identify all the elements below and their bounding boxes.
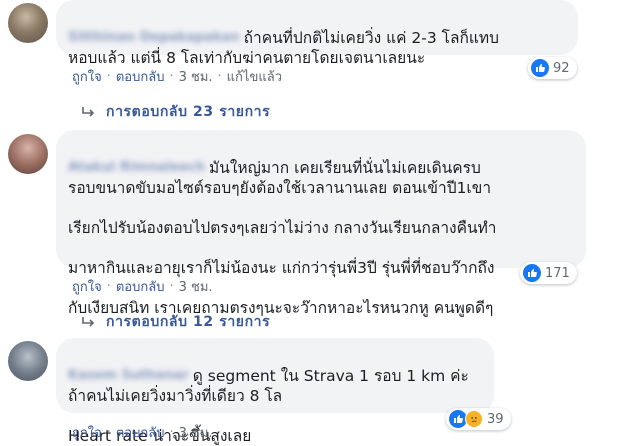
separator-dot: ·: [106, 279, 111, 294]
replies-count-label[interactable]: การตอบกลับ 12 รายการ: [106, 311, 270, 333]
reply-link[interactable]: ตอบกลับ: [116, 66, 165, 87]
reply-link[interactable]: ตอบกลับ: [116, 276, 165, 297]
timestamp[interactable]: 3 ชม.: [179, 422, 213, 443]
avatar[interactable]: [8, 341, 48, 381]
separator-dot: ·: [169, 279, 174, 294]
separator-dot: ·: [169, 69, 174, 84]
comment-line: ถ้าคนไม่เคยวิ่งมาวิ่งที่เดียว 8 โล: [68, 387, 283, 405]
view-replies-link[interactable]: การตอบกลับ 23 รายการ: [82, 101, 270, 123]
comment-actions: ถูกใจ · ตอบกลับ · 3 ชม.: [72, 276, 213, 297]
comment-line: มาหากินและอายุเราก็ไม่น้องนะ แก่กว่ารุ่น…: [68, 259, 495, 277]
reply-arrow-icon: [82, 106, 96, 118]
like-link[interactable]: ถูกใจ: [72, 66, 102, 87]
edited-label[interactable]: แก้ไขแล้ว: [227, 66, 282, 87]
avatar[interactable]: [8, 134, 48, 174]
sad-face-icon: [465, 410, 483, 428]
comment-line: ดู segment ใน Strava 1 รอบ 1 km ค่ะ: [192, 367, 469, 385]
reaction-count: 171: [545, 265, 570, 281]
reaction-count: 39: [487, 411, 504, 427]
view-replies-link[interactable]: การตอบกลับ 12 รายการ: [82, 311, 270, 333]
comment-line: หอบแล้ว แต่นี่ 8 โลเท่ากับฆ่าคนตายโดยเจต…: [68, 49, 426, 67]
separator-dot: ·: [169, 425, 174, 440]
reaction-summary[interactable]: 92: [528, 57, 577, 79]
reaction-summary[interactable]: 171: [520, 262, 577, 284]
comment-line: เรียกไปรับน้องตอบไปตรงๆเลยว่าไม่ว่าง กลา…: [68, 219, 497, 237]
like-link[interactable]: ถูกใจ: [72, 422, 102, 443]
reaction-summary[interactable]: 39: [446, 408, 511, 430]
comment-line: ถ้าคนที่ปกติไม่เคยวิ่ง แค่ 2-3 โลก็แทบ: [243, 29, 499, 47]
reaction-count: 92: [553, 60, 570, 76]
separator-dot: ·: [106, 425, 111, 440]
like-link[interactable]: ถูกใจ: [72, 276, 102, 297]
comment-actions: ถูกใจ · ตอบกลับ · 3 ชม. · แก้ไขแล้ว: [72, 66, 282, 87]
separator-dot: ·: [217, 69, 222, 84]
comment-author[interactable]: Atakul Rimnaleech: [68, 158, 205, 178]
comment-bubble: Kasem Suthanar ดู segment ใน Strava 1 รอบ…: [56, 338, 494, 445]
comment-author[interactable]: Sitthinan Depakapakan: [68, 28, 240, 48]
timestamp[interactable]: 3 ชม.: [179, 66, 213, 87]
thumbs-up-icon: [523, 264, 541, 282]
timestamp[interactable]: 3 ชม.: [179, 276, 213, 297]
comment-bubble: Sitthinan Depakapakan ถ้าคนที่ปกติไม่เคยว…: [56, 0, 578, 67]
reply-link[interactable]: ตอบกลับ: [116, 422, 165, 443]
comment-line: รอบขนาดขับมอไซต์รอบๆยังต้องใช้เวลานานเลย…: [68, 179, 492, 197]
replies-count-label[interactable]: การตอบกลับ 23 รายการ: [106, 101, 270, 123]
comment-author[interactable]: Kasem Suthanar: [68, 366, 189, 386]
separator-dot: ·: [106, 69, 111, 84]
comment-bubble: Atakul Rimnaleech มันใหญ่มาก เคยเรียนที่น…: [56, 130, 586, 357]
thumbs-up-icon: [531, 59, 549, 77]
comment-actions: ถูกใจ · ตอบกลับ · 3 ชม.: [72, 422, 213, 443]
reply-arrow-icon: [82, 316, 96, 328]
avatar[interactable]: [8, 3, 48, 43]
comment-line: มันใหญ่มาก เคยเรียนที่นั่นไม่เคยเดินครบ: [209, 159, 481, 177]
